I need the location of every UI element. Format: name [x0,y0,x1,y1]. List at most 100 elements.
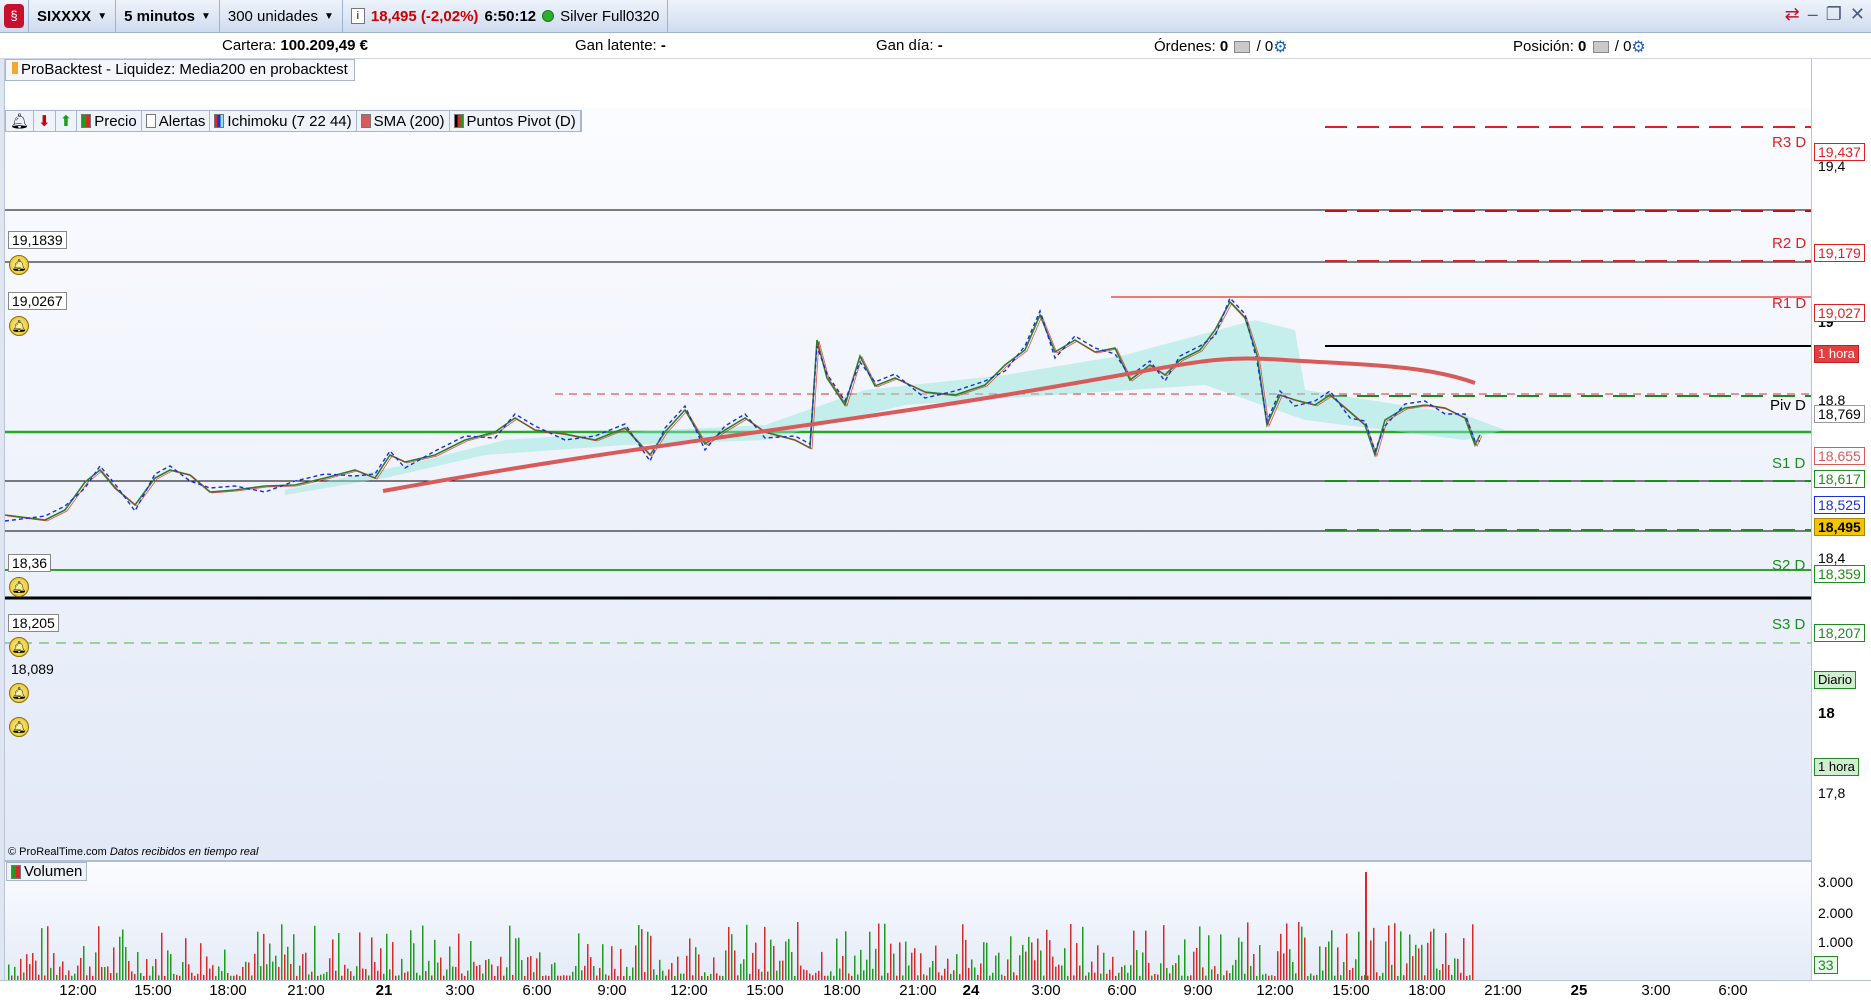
volume-bar [677,956,679,980]
volume-bar [1112,956,1114,980]
volume-bar [839,968,841,980]
volume-bar [185,938,187,980]
volume-bar [1472,924,1474,980]
bell-icon[interactable]: 🔔︎ [9,717,29,737]
bell-icon[interactable]: 🔔︎ [9,683,29,703]
units-selector[interactable]: 300 unidades ▼ [220,0,343,33]
volume-bar [974,967,976,980]
strategy-label[interactable]: ProBacktest - Liquidez: Media200 en prob… [5,59,355,81]
price-chart-svg[interactable] [5,108,1811,860]
volume-bar [1295,973,1297,980]
volume-bar [434,939,436,980]
volume-panel[interactable]: Volumen [5,860,1811,980]
pivot-label-s2: S2 D [1772,557,1806,574]
volume-bar [446,969,448,980]
volume-bar [311,971,313,980]
price-tick: 18,4 [1818,550,1846,566]
volume-bar [221,970,223,980]
time-tick: 21:00 [287,982,325,999]
volume-bar [140,972,142,980]
symbol-selector[interactable]: SIXXXX ▼ [29,0,117,33]
alert-level-label[interactable]: 18,36 [8,554,52,572]
bell-icon[interactable]: 🔔︎ [9,255,29,275]
volume-bar [1061,965,1063,980]
volume-bar [1079,965,1081,980]
volume-bar [359,932,361,980]
legend-item-alerts[interactable]: Alertas [142,111,211,131]
volume-bar [485,960,487,980]
pivot-value-r2: 19,179 [1814,244,1865,262]
daily-tag: Diario [1814,671,1856,689]
volume-bar [104,967,106,980]
alert-level-label[interactable]: 18,089 [8,661,57,679]
alert-level-label[interactable]: 19,1839 [8,231,67,249]
legend-item-price[interactable]: Precio [77,111,142,131]
volume-bar [152,966,154,980]
volume-bar [1232,965,1234,980]
volume-bar [1010,936,1012,980]
legend-down-arrow-icon[interactable]: ⬇ [34,111,56,131]
legend-item-pivot[interactable]: Puntos Pivot (D) [450,111,581,131]
volume-bar [350,971,352,980]
volume-bar [875,948,877,980]
legend-bell-icon[interactable]: 🔔︎ [6,111,35,131]
units-label: 300 unidades [227,7,318,25]
volume-bar [188,964,190,980]
volume-bar [815,972,817,980]
position-list-icon[interactable] [1592,41,1609,53]
volume-bar [257,931,259,980]
sma-swatch-icon [360,114,371,128]
volume-bar [653,969,655,980]
orders-list-icon[interactable] [1234,41,1251,53]
volume-bar [299,965,301,980]
volume-bar [575,966,577,980]
volume-bar [1427,942,1429,980]
volume-bar [1289,949,1291,980]
legend-label: Ichimoku (7 22 44) [227,112,352,130]
volume-bar [1175,963,1177,980]
volume-bar [338,933,340,980]
restore-icon[interactable]: ❐ [1826,4,1842,25]
sync-icon[interactable]: ⇄ [1785,4,1800,25]
time-tick: 15:00 [746,982,784,999]
alert-level-label[interactable]: 19,0267 [8,292,67,310]
legend-up-arrow-icon[interactable]: ⬆ [56,111,78,131]
volume-legend[interactable]: Volumen [6,862,88,881]
volume-label: Volumen [24,863,83,880]
volume-bar [458,933,460,980]
bell-icon[interactable]: 🔔︎ [9,577,29,597]
volume-bar [68,970,70,980]
time-axis[interactable]: 12:00 15:00 18:00 21:00 21 3:00 6:00 9:00 12:00 1… [0,980,1871,1000]
credit-text: © ProRealTime.com [8,846,107,858]
pivot-value-s2: 18,359 [1814,565,1865,583]
legend-item-ichimoku[interactable]: Ichimoku (7 22 44) [210,111,357,131]
volume-bar [80,957,82,980]
volume-bar [1457,958,1459,980]
volume-bar [1439,969,1441,980]
time-tick: 3:00 [445,982,475,999]
minimize-icon[interactable]: – [1808,4,1818,25]
latent-value: - [660,37,666,54]
day-gain-info: Gan día: - [876,37,943,54]
bell-icon[interactable]: 🔔︎ [9,316,29,336]
position-total: / 0 [1614,37,1632,55]
volume-bar [410,930,412,980]
timeframe-selector[interactable]: 5 minutos ▼ [116,0,220,33]
volume-chart-svg [8,872,1474,980]
gear-icon[interactable]: ⚙ [1631,37,1645,57]
volume-bar [77,965,79,980]
volume-bar [1148,962,1150,980]
volume-bar [1064,948,1066,980]
volume-bar [731,934,733,980]
volume-bar [374,962,376,980]
legend-item-sma[interactable]: SMA (200) [357,111,450,131]
gear-icon[interactable]: ⚙ [1273,37,1287,57]
volume-bar [578,933,580,980]
close-icon[interactable]: ✕ [1850,4,1865,25]
volume-bar [1049,940,1051,980]
info-icon[interactable]: i [350,8,365,24]
alert-level-label[interactable]: 18,205 [8,614,59,632]
price-chart[interactable] [5,108,1811,860]
bell-icon[interactable]: 🔔︎ [9,637,29,657]
volume-bar [344,964,346,980]
